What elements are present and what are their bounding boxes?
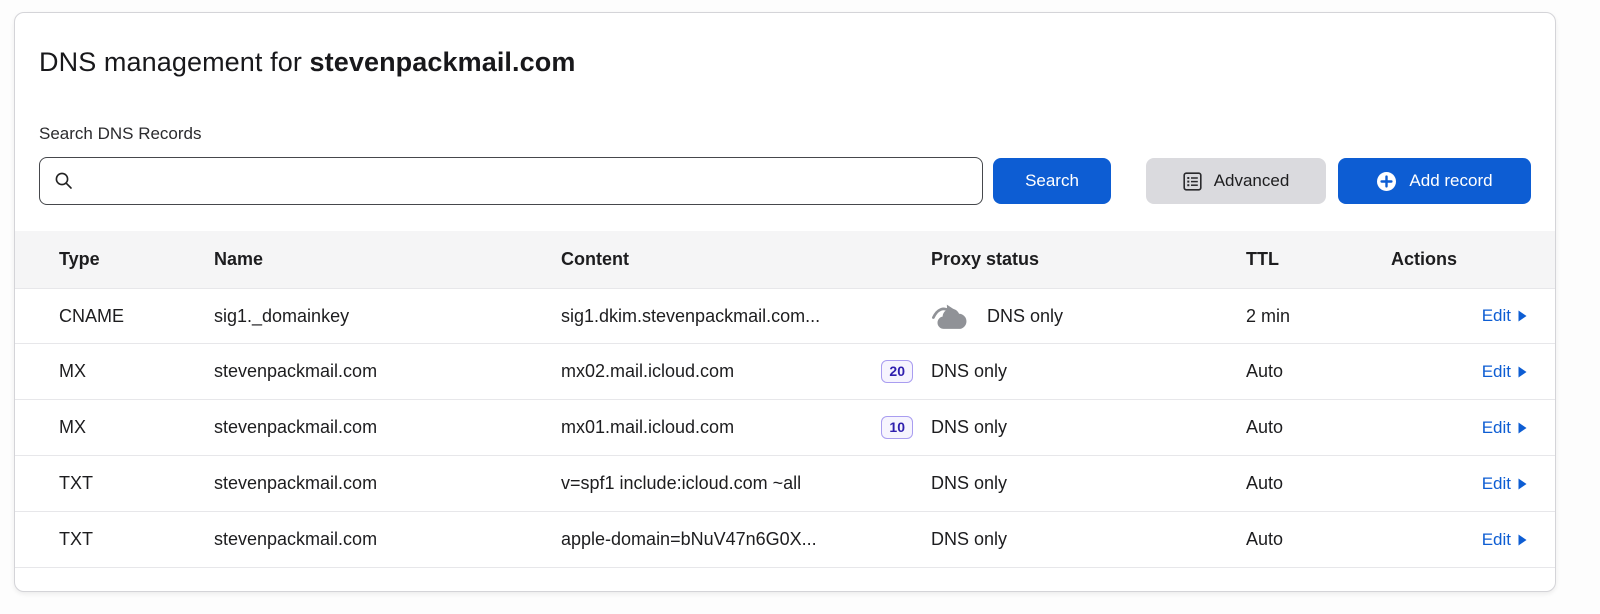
- record-content-text: sig1.dkim.stevenpackmail.com...: [561, 306, 820, 327]
- column-header-content: Content: [561, 249, 931, 270]
- proxy-status: DNS only: [931, 417, 1246, 438]
- caret-right-icon: [1518, 478, 1527, 490]
- edit-link-label: Edit: [1482, 530, 1511, 550]
- record-actions: Edit: [1391, 474, 1527, 494]
- table-header: Type Name Content Proxy status TTL Actio…: [15, 231, 1555, 288]
- proxy-status-text: DNS only: [931, 529, 1007, 550]
- proxy-status-text: DNS only: [931, 417, 1007, 438]
- column-header-ttl: TTL: [1246, 249, 1391, 270]
- edit-link[interactable]: Edit: [1482, 306, 1527, 326]
- record-actions: Edit: [1391, 418, 1527, 438]
- record-ttl: Auto: [1246, 361, 1391, 382]
- record-ttl: Auto: [1246, 473, 1391, 494]
- record-name: stevenpackmail.com: [214, 529, 561, 550]
- edit-link[interactable]: Edit: [1482, 418, 1527, 438]
- dns-management-card: DNS management for stevenpackmail.com Se…: [14, 12, 1556, 592]
- priority-badge: 20: [881, 360, 913, 384]
- record-content-text: mx01.mail.icloud.com: [561, 417, 734, 438]
- column-header-type: Type: [59, 249, 214, 270]
- record-name: sig1._domainkey: [214, 306, 561, 327]
- search-icon: [54, 171, 74, 191]
- record-content: apple-domain=bNuV47n6G0X...: [561, 529, 931, 550]
- add-record-button-label: Add record: [1409, 171, 1492, 191]
- proxy-status-text: DNS only: [987, 306, 1063, 327]
- record-type: TXT: [59, 473, 214, 494]
- record-type: MX: [59, 417, 214, 438]
- table-row: CNAME sig1._domainkey sig1.dkim.stevenpa…: [15, 288, 1555, 344]
- proxy-status: DNS only: [931, 361, 1246, 382]
- page-title-prefix: DNS management for: [39, 47, 310, 77]
- edit-link[interactable]: Edit: [1482, 530, 1527, 550]
- record-actions: Edit: [1391, 362, 1527, 382]
- proxy-status-text: DNS only: [931, 473, 1007, 494]
- dns-records-table: Type Name Content Proxy status TTL Actio…: [15, 231, 1555, 568]
- table-body: CNAME sig1._domainkey sig1.dkim.stevenpa…: [15, 288, 1555, 568]
- table-row: TXT stevenpackmail.com v=spf1 include:ic…: [15, 456, 1555, 512]
- advanced-button[interactable]: Advanced: [1146, 158, 1326, 204]
- add-record-button[interactable]: Add record: [1338, 158, 1531, 204]
- edit-link[interactable]: Edit: [1482, 362, 1527, 382]
- toolbar: Search Advanced Add record: [39, 157, 1531, 205]
- table-row: MX stevenpackmail.com mx01.mail.icloud.c…: [15, 400, 1555, 456]
- page-title-domain: stevenpackmail.com: [310, 47, 576, 77]
- record-actions: Edit: [1391, 530, 1527, 550]
- edit-link-label: Edit: [1482, 362, 1511, 382]
- record-content: sig1.dkim.stevenpackmail.com...: [561, 306, 931, 327]
- column-header-actions: Actions: [1391, 249, 1527, 270]
- advanced-button-label: Advanced: [1214, 171, 1290, 191]
- edit-link-label: Edit: [1482, 306, 1511, 326]
- proxy-status-text: DNS only: [931, 361, 1007, 382]
- edit-link-label: Edit: [1482, 418, 1511, 438]
- record-ttl: Auto: [1246, 417, 1391, 438]
- record-ttl: Auto: [1246, 529, 1391, 550]
- record-content: mx02.mail.icloud.com 20: [561, 360, 931, 384]
- record-ttl: 2 min: [1246, 306, 1391, 327]
- record-content: mx01.mail.icloud.com 10: [561, 416, 931, 440]
- record-content-text: mx02.mail.icloud.com: [561, 361, 734, 382]
- search-input-wrapper: [39, 157, 983, 205]
- table-row: TXT stevenpackmail.com apple-domain=bNuV…: [15, 512, 1555, 568]
- record-type: MX: [59, 361, 214, 382]
- caret-right-icon: [1518, 310, 1527, 322]
- edit-link[interactable]: Edit: [1482, 474, 1527, 494]
- record-name: stevenpackmail.com: [214, 417, 561, 438]
- table-row: MX stevenpackmail.com mx02.mail.icloud.c…: [15, 344, 1555, 400]
- gray-cloud-arrow-icon: [931, 302, 973, 331]
- search-label: Search DNS Records: [39, 124, 1531, 144]
- list-document-icon: [1183, 172, 1202, 191]
- caret-right-icon: [1518, 534, 1527, 546]
- column-header-name: Name: [214, 249, 561, 270]
- column-header-proxy-status: Proxy status: [931, 249, 1246, 270]
- record-content-text: apple-domain=bNuV47n6G0X...: [561, 529, 817, 550]
- proxy-status: DNS only: [931, 473, 1246, 494]
- record-type: TXT: [59, 529, 214, 550]
- record-type: CNAME: [59, 306, 214, 327]
- proxy-status: DNS only: [931, 529, 1246, 550]
- record-content: v=spf1 include:icloud.com ~all: [561, 473, 931, 494]
- proxy-status: DNS only: [931, 302, 1246, 331]
- priority-badge: 10: [881, 416, 913, 440]
- record-name: stevenpackmail.com: [214, 473, 561, 494]
- search-input[interactable]: [84, 158, 968, 204]
- page-title: DNS management for stevenpackmail.com: [39, 47, 1531, 78]
- caret-right-icon: [1518, 422, 1527, 434]
- record-name: stevenpackmail.com: [214, 361, 561, 382]
- edit-link-label: Edit: [1482, 474, 1511, 494]
- record-actions: Edit: [1391, 306, 1527, 326]
- search-button[interactable]: Search: [993, 158, 1111, 204]
- plus-circle-icon: [1376, 171, 1397, 192]
- caret-right-icon: [1518, 366, 1527, 378]
- record-content-text: v=spf1 include:icloud.com ~all: [561, 473, 801, 494]
